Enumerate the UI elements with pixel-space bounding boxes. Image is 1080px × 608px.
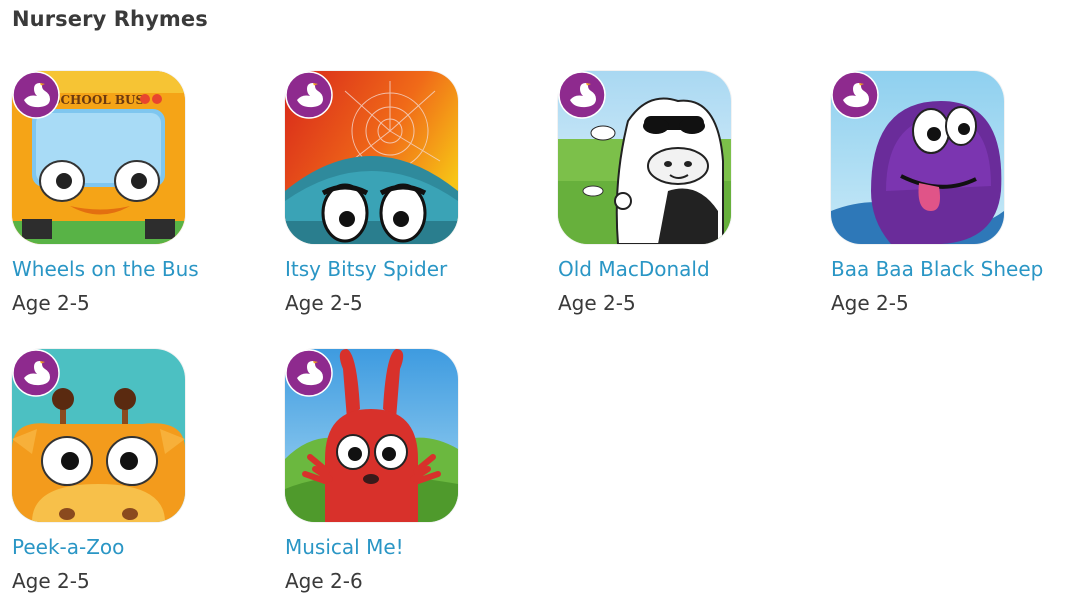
app-title-link[interactable]: Musical Me! xyxy=(285,535,404,559)
swan-badge-icon xyxy=(285,71,333,119)
swan-badge-icon xyxy=(285,349,333,397)
app-title-link[interactable]: Old MacDonald xyxy=(558,257,710,281)
section-title: Nursery Rhymes xyxy=(12,7,208,31)
app-age-label: Age 2-6 xyxy=(285,569,363,593)
app-title-link[interactable]: Peek-a-Zoo xyxy=(12,535,124,559)
app-age-label: Age 2-5 xyxy=(831,291,909,315)
app-title-link[interactable]: Itsy Bitsy Spider xyxy=(285,257,447,281)
app-title-link[interactable]: Baa Baa Black Sheep xyxy=(831,257,1043,281)
app-title-link[interactable]: Wheels on the Bus xyxy=(12,257,199,281)
swan-badge-icon xyxy=(558,71,606,119)
app-age-label: Age 2-5 xyxy=(285,291,363,315)
app-age-label: Age 2-5 xyxy=(558,291,636,315)
swan-badge-icon xyxy=(12,349,60,397)
app-age-label: Age 2-5 xyxy=(12,569,90,593)
school-bus-sign: SCHOOL BUS xyxy=(52,93,144,107)
swan-badge-icon xyxy=(12,71,60,119)
swan-badge-icon xyxy=(831,71,879,119)
app-age-label: Age 2-5 xyxy=(12,291,90,315)
